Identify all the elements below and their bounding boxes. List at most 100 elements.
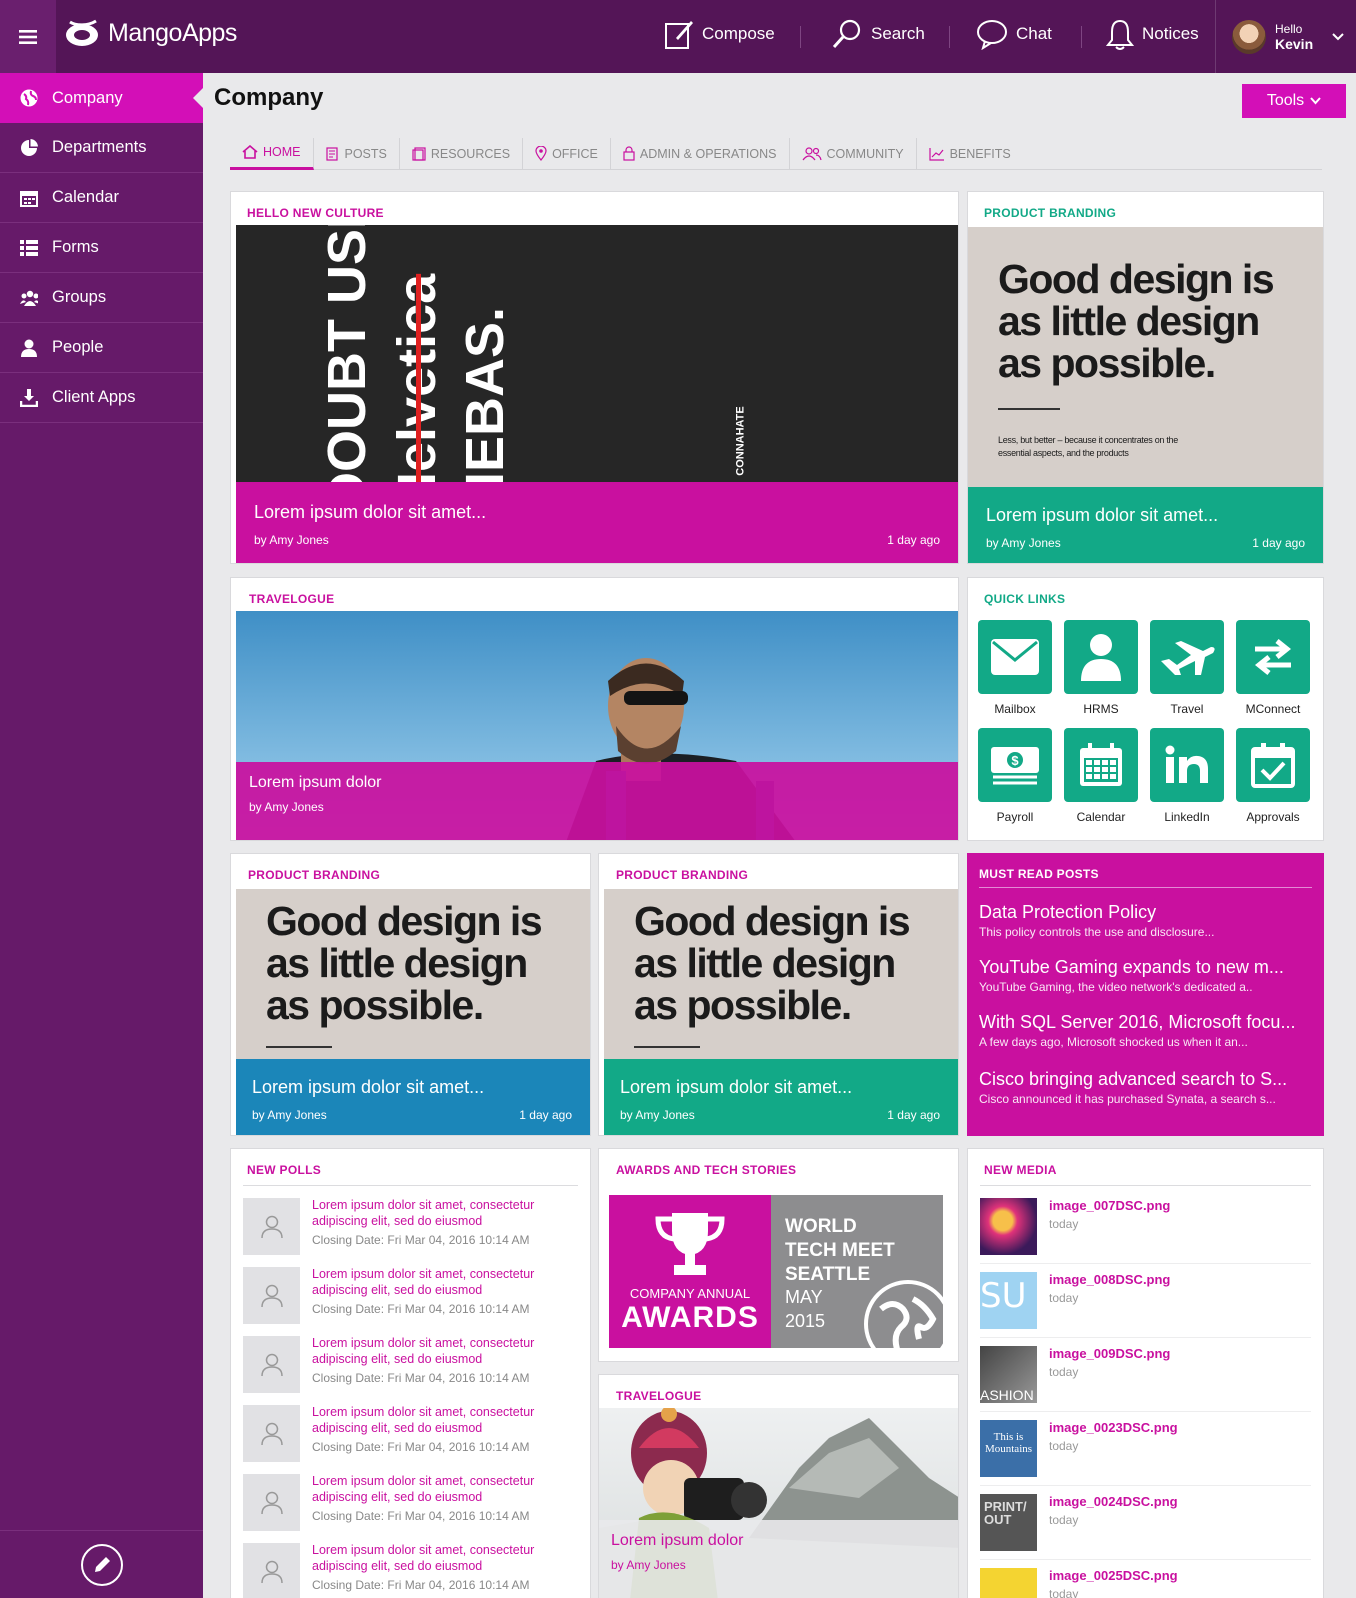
hamburger-menu-button[interactable]: [0, 0, 56, 73]
media-filename[interactable]: image_009DSC.png: [1049, 1346, 1170, 1361]
post-headline[interactable]: Lorem ipsum dolor sit amet...: [254, 502, 940, 523]
user-menu[interactable]: Hello Kevin: [1215, 0, 1356, 73]
search-label: Search: [871, 24, 925, 43]
poll-item[interactable]: Lorem ipsum dolor sit amet, consectetur …: [243, 1474, 578, 1531]
quick-link-calendar[interactable]: Calendar: [1064, 728, 1138, 824]
awards-subtitle: COMPANY ANNUAL: [629, 1286, 751, 1301]
tab-community[interactable]: COMMUNITY: [790, 137, 917, 170]
poster-text-doubt: DOUBT USE: [317, 225, 377, 482]
tab-resources[interactable]: RESOURCES: [400, 137, 524, 170]
media-item[interactable]: This is Mountains image_0023DSC.png today: [980, 1412, 1311, 1486]
must-read-item[interactable]: Cisco bringing advanced search to S... C…: [967, 1069, 1324, 1106]
card-title: MUST READ POSTS: [979, 867, 1312, 888]
sidebar-item-client-apps[interactable]: Client Apps: [0, 373, 203, 423]
card-title: NEW MEDIA: [984, 1163, 1057, 1177]
quick-link-mconnect[interactable]: MConnect: [1236, 620, 1310, 716]
must-read-item[interactable]: YouTube Gaming expands to new m... YouTu…: [967, 957, 1324, 994]
tools-dropdown-button[interactable]: Tools: [1242, 84, 1346, 118]
card-title: HELLO NEW CULTURE: [247, 206, 384, 220]
poll-question[interactable]: Lorem ipsum dolor sit amet, consectetur …: [312, 1543, 578, 1574]
chat-button[interactable]: Chat: [976, 18, 1052, 50]
poll-closing-date: Closing Date: Fri Mar 04, 2016 10:14 AM: [312, 1371, 530, 1386]
media-filename[interactable]: image_0024DSC.png: [1049, 1494, 1178, 1509]
tech-meet-line: TECH MEET: [785, 1239, 895, 1261]
poll-item[interactable]: Lorem ipsum dolor sit amet, consectetur …: [243, 1405, 578, 1462]
tab-label: HOME: [263, 145, 301, 159]
quick-link-payroll[interactable]: $ Payroll: [978, 728, 1052, 824]
nav-divider: [949, 26, 950, 48]
tab-posts[interactable]: POSTS: [314, 137, 400, 170]
polls-card: NEW POLLS Lorem ipsum dolor sit amet, co…: [230, 1148, 591, 1598]
media-item[interactable]: image_007DSC.png today: [980, 1190, 1311, 1264]
post-time: 1 day ago: [1252, 536, 1305, 550]
post-headline[interactable]: Lorem ipsum dolor sit amet...: [620, 1077, 940, 1098]
travelogue-card[interactable]: TRAVELOGUE Lorem ipsum dolor by Amy Jone…: [230, 577, 959, 841]
poll-question[interactable]: Lorem ipsum dolor sit amet, consectetur …: [312, 1336, 578, 1367]
media-item[interactable]: PRINT/ OUT image_0024DSC.png today: [980, 1486, 1311, 1560]
media-time: today: [1049, 1587, 1079, 1598]
awards-card[interactable]: AWARDS AND TECH STORIES COMPANY ANNUAL A…: [598, 1148, 959, 1362]
compose-fab-button[interactable]: [80, 1543, 123, 1586]
media-item[interactable]: SU image_008DSC.png today: [980, 1264, 1311, 1338]
sidebar-item-forms[interactable]: Forms: [0, 223, 203, 273]
must-read-item[interactable]: With SQL Server 2016, Microsoft focu... …: [967, 1012, 1324, 1049]
branding-top-card[interactable]: PRODUCT BRANDING Good design is as littl…: [967, 191, 1324, 564]
tab-office[interactable]: OFFICE: [523, 137, 611, 170]
sidebar-item-departments[interactable]: Departments: [0, 123, 203, 173]
post-author: by Amy Jones: [611, 1558, 686, 1572]
poll-question[interactable]: Lorem ipsum dolor sit amet, consectetur …: [312, 1405, 578, 1436]
poll-question[interactable]: Lorem ipsum dolor sit amet, consectetur …: [312, 1474, 578, 1505]
quick-link-linkedin[interactable]: LinkedIn: [1150, 728, 1224, 824]
must-read-item[interactable]: Data Protection Policy This policy contr…: [967, 902, 1324, 939]
quick-link-mailbox[interactable]: Mailbox: [978, 620, 1052, 716]
poll-closing-date: Closing Date: Fri Mar 04, 2016 10:14 AM: [312, 1578, 530, 1593]
tab-benefits[interactable]: BENEFITS: [917, 138, 1023, 170]
user-greeting: Hello: [1275, 21, 1303, 36]
app-logo[interactable]: MangoApps: [62, 18, 237, 48]
sidebar-item-label: Calendar: [52, 188, 119, 206]
post-headline[interactable]: Lorem ipsum dolor: [611, 1532, 958, 1550]
sidebar-item-company[interactable]: Company: [0, 73, 203, 123]
poll-question[interactable]: Lorem ipsum dolor sit amet, consectetur …: [312, 1198, 578, 1229]
culture-card[interactable]: HELLO NEW CULTURE IN DOUBT USE Helvetica…: [230, 191, 959, 564]
tab-home[interactable]: HOME: [230, 137, 314, 170]
quick-link-label: LinkedIn: [1164, 810, 1210, 824]
branding-caption: Lorem ipsum dolor sit amet... by Amy Jon…: [236, 1059, 590, 1135]
media-item[interactable]: ASHION image_009DSC.png today: [980, 1338, 1311, 1412]
poll-item[interactable]: Lorem ipsum dolor sit amet, consectetur …: [243, 1336, 578, 1393]
sidebar-item-people[interactable]: People: [0, 323, 203, 373]
branding-card-b[interactable]: PRODUCT BRANDING Good design is as littl…: [598, 853, 959, 1136]
poll-item[interactable]: Lorem ipsum dolor sit amet, consectetur …: [243, 1543, 578, 1598]
quick-link-travel[interactable]: Travel: [1150, 620, 1224, 716]
poster-text-nebas: NEBAS.: [455, 306, 515, 482]
post-headline[interactable]: Lorem ipsum dolor: [249, 774, 940, 792]
hamburger-icon: [19, 29, 37, 44]
location-pin-icon: [535, 146, 547, 161]
search-button[interactable]: Search: [831, 18, 925, 50]
sidebar-item-groups[interactable]: Groups: [0, 273, 203, 323]
media-filename[interactable]: image_008DSC.png: [1049, 1272, 1170, 1287]
poll-closing-date: Closing Date: Fri Mar 04, 2016 10:14 AM: [312, 1233, 530, 1248]
poll-question[interactable]: Lorem ipsum dolor sit amet, consectetur …: [312, 1267, 578, 1298]
poll-item[interactable]: Lorem ipsum dolor sit amet, consectetur …: [243, 1198, 578, 1255]
post-author: by Amy Jones: [986, 536, 1061, 550]
media-filename[interactable]: image_0023DSC.png: [1049, 1420, 1178, 1435]
post-headline[interactable]: Lorem ipsum dolor sit amet...: [252, 1077, 572, 1098]
poll-avatar-placeholder: [243, 1474, 300, 1531]
sidebar-item-label: Forms: [52, 238, 99, 256]
media-item[interactable]: image_0025DSC.pngtoday: [980, 1560, 1311, 1598]
person-outline-icon: [260, 1353, 283, 1376]
post-headline[interactable]: Lorem ipsum dolor sit amet...: [986, 505, 1305, 526]
travelogue-card-2[interactable]: TRAVELOGUE Lorem ipsum dolor by Amy Jone…: [598, 1374, 959, 1598]
media-filename[interactable]: image_0025DSC.png: [1049, 1568, 1178, 1583]
sidebar-item-calendar[interactable]: Calendar: [0, 173, 203, 223]
quick-link-hrms[interactable]: HRMS: [1064, 620, 1138, 716]
notices-button[interactable]: Notices: [1106, 18, 1199, 50]
compose-button[interactable]: Compose: [664, 18, 775, 50]
quick-link-approvals[interactable]: Approvals: [1236, 728, 1310, 824]
media-filename[interactable]: image_007DSC.png: [1049, 1198, 1170, 1213]
polls-list: Lorem ipsum dolor sit amet, consectetur …: [231, 1198, 590, 1598]
branding-card-a[interactable]: PRODUCT BRANDING Good design is as littl…: [230, 853, 591, 1136]
poll-item[interactable]: Lorem ipsum dolor sit amet, consectetur …: [243, 1267, 578, 1324]
tab-admin-operations[interactable]: ADMIN & OPERATIONS: [611, 137, 790, 170]
